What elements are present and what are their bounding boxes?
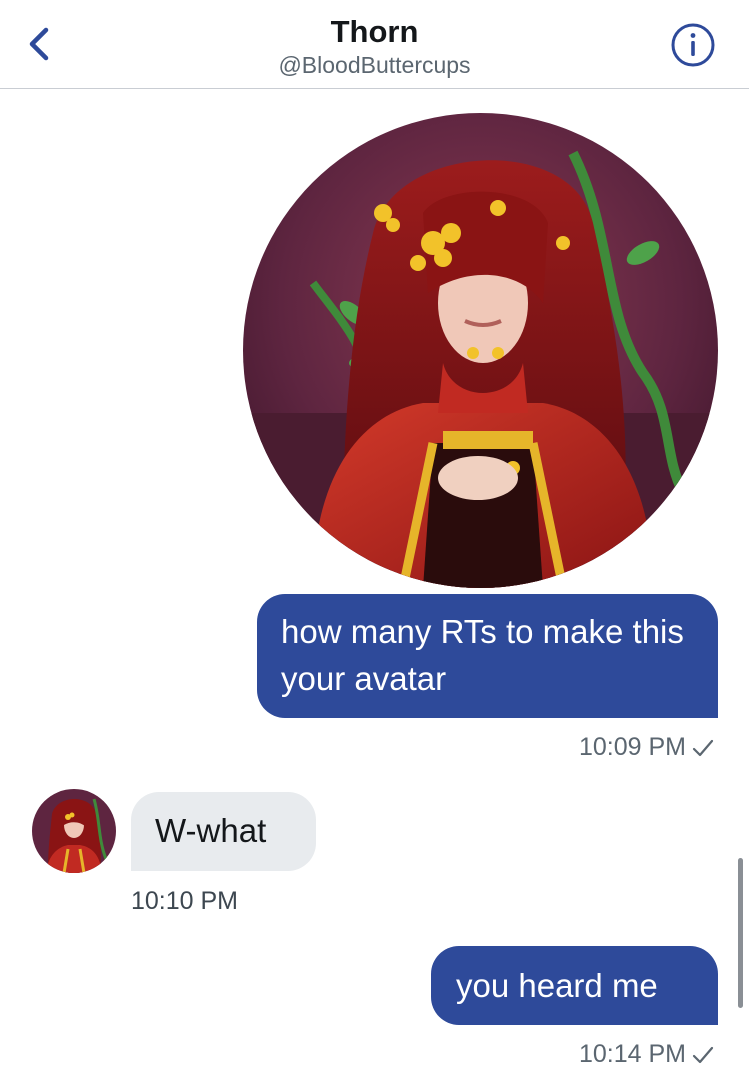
message-timestamp: 10:10 PM [131,887,239,915]
conversation-handle[interactable]: @BloodButtercups [0,52,749,79]
message-text: W-what [155,812,267,849]
info-circle-icon [671,23,715,67]
outgoing-message-bubble[interactable]: how many RTs to make this your avatar [257,594,718,718]
conversation-title[interactable]: Thorn [0,14,749,50]
sent-check-icon [692,740,714,757]
shared-image-message[interactable] [243,113,718,588]
message-timestamp: 10:14 PM [579,1040,714,1069]
sender-avatar[interactable] [32,789,116,873]
message-text: you heard me [456,967,658,1004]
avatar-artwork-image [243,113,718,588]
message-text: how many RTs to make this your avatar [281,613,684,697]
avatar-icon [32,789,116,873]
outgoing-message-bubble[interactable]: you heard me [431,946,718,1025]
incoming-message-bubble[interactable]: W-what [131,792,316,871]
dm-conversation-screen: Thorn @BloodButtercups how many RTs to m… [0,0,749,1077]
info-button[interactable] [670,22,716,68]
conversation-header: Thorn @BloodButtercups [0,0,749,89]
scrollbar[interactable] [738,858,743,1008]
message-timestamp: 10:09 PM [579,733,714,762]
sent-check-icon [692,1047,714,1064]
